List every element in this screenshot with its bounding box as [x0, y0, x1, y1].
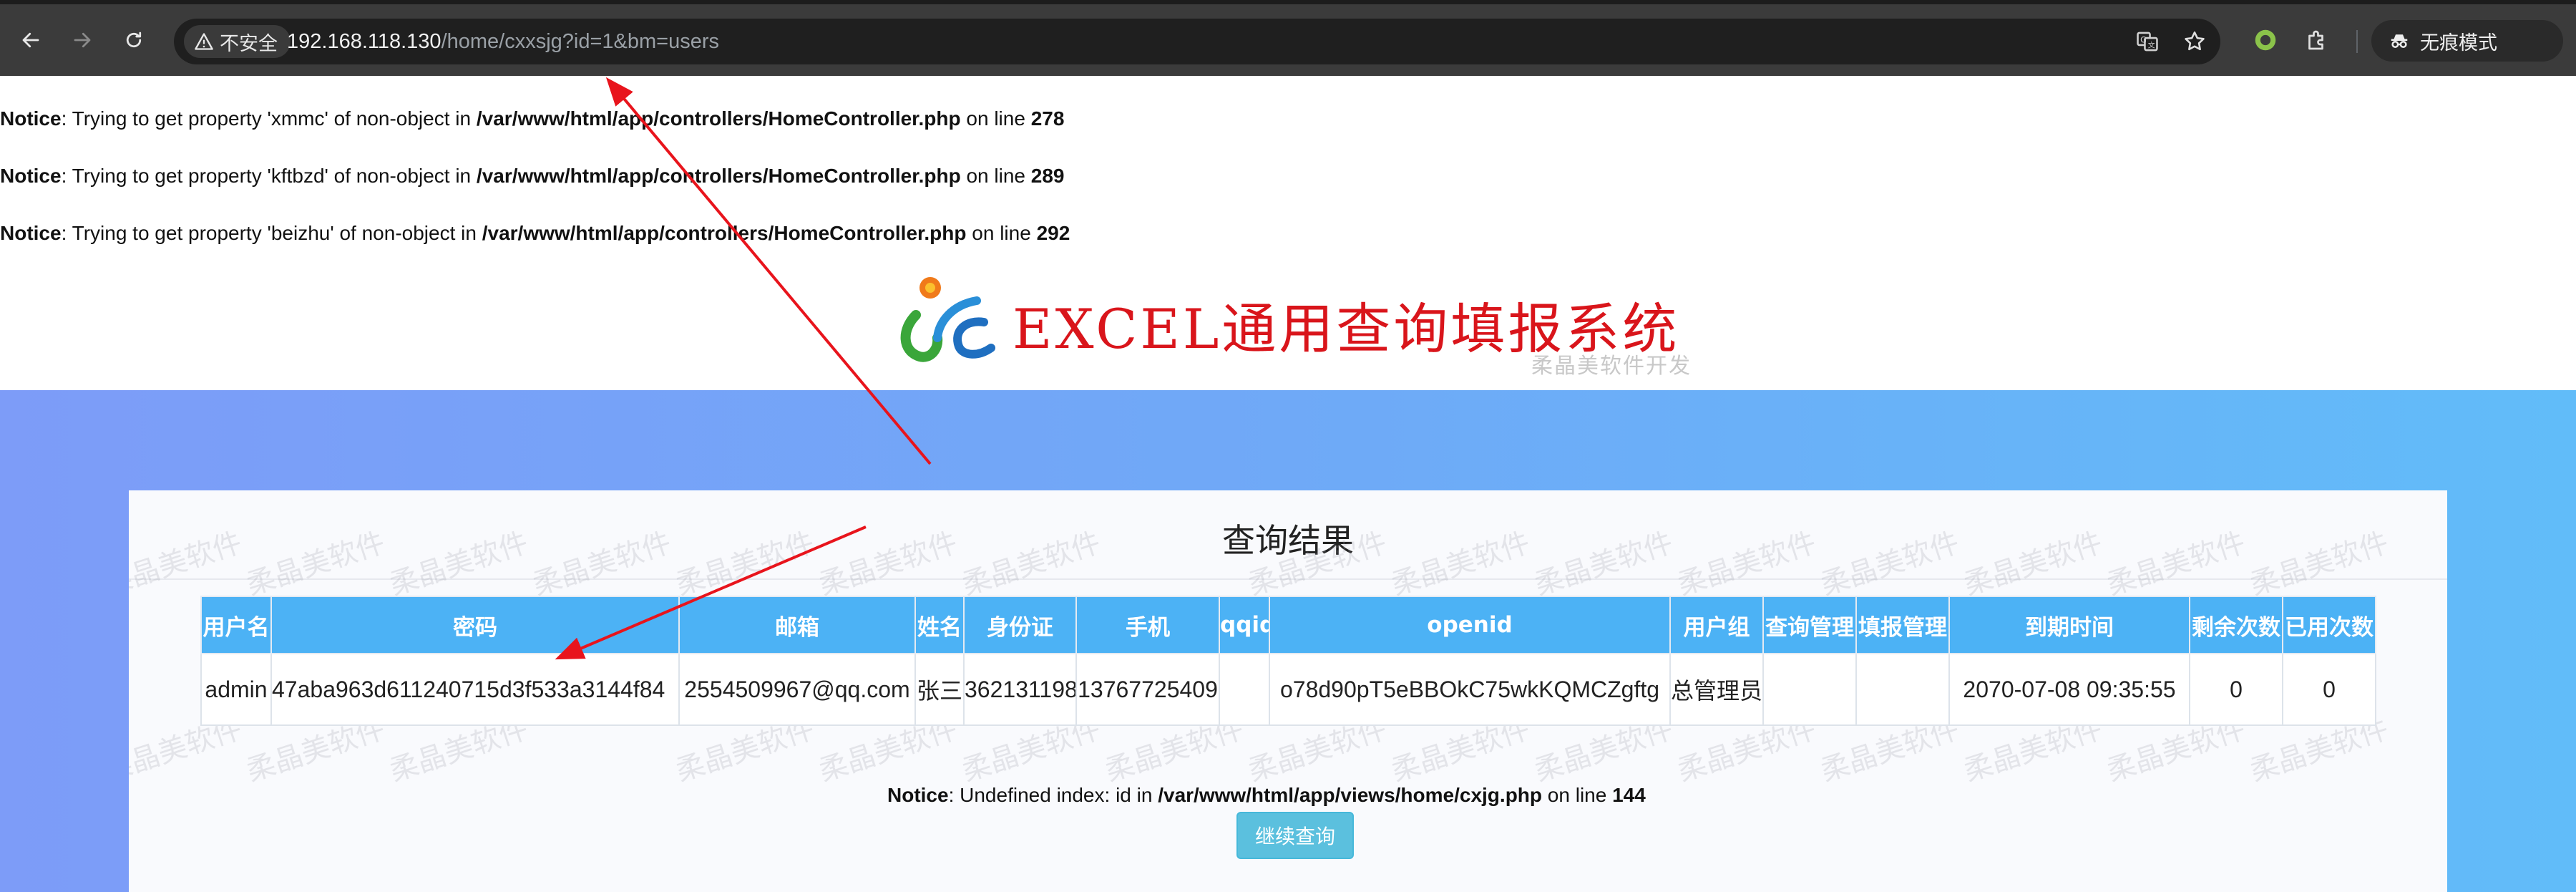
panel-title: 查询结果 [1222, 521, 1354, 560]
continue-query-button[interactable]: 继续查询 [1236, 812, 1354, 859]
table-cell: 张三 [914, 653, 965, 726]
notice-message: : Trying to get property 'beizhu' of non… [61, 222, 482, 244]
address-bar[interactable]: 不安全 192.168.118.130/home/cxxsjg?id=1&bm=… [174, 19, 2220, 64]
notice-line-number: 144 [1612, 784, 1646, 806]
reload-button[interactable] [114, 20, 154, 60]
logo-icon [900, 277, 995, 362]
url-path: /home/cxxsjg?id=1&bm=users [441, 30, 720, 53]
column-header: 用户组 [1669, 596, 1764, 654]
column-header: 邮箱 [678, 596, 916, 654]
table-cell: 总管理员 [1669, 653, 1764, 726]
incognito-label: 无痕模式 [2420, 31, 2497, 54]
table-cell [1855, 653, 1950, 726]
notice-message: : Trying to get property 'xmmc' of non-o… [61, 107, 477, 130]
browser-toolbar: 不安全 192.168.118.130/home/cxxsjg?id=1&bm=… [0, 4, 2576, 76]
table-cell: 47aba963d611240715d3f533a3144f84 [270, 653, 680, 726]
url-host: 192.168.118.130 [287, 30, 441, 53]
table-cell [1219, 653, 1270, 726]
column-header: 到期时间 [1948, 596, 2190, 654]
back-button[interactable] [11, 20, 51, 60]
table-header-row: 用户名 密码 邮箱 姓名 身份证 手机 qqid openid 用户组 查询管理… [200, 596, 2376, 654]
notice-path: /var/www/html/app/controllers/HomeContro… [482, 222, 967, 244]
table-row: admin 47aba963d611240715d3f533a3144f84 2… [200, 653, 2376, 726]
table-cell: 0 [2189, 653, 2283, 726]
column-header: 身份证 [963, 596, 1077, 654]
svg-text:文: 文 [2148, 41, 2155, 50]
translate-icon[interactable]: G文 [2135, 29, 2160, 54]
column-header: 手机 [1075, 596, 1220, 654]
notice-label: Notice [887, 784, 949, 806]
table-cell: 2070-07-08 09:35:55 [1948, 653, 2190, 726]
notice-label: Notice [0, 165, 62, 187]
column-header: 密码 [270, 596, 680, 654]
php-notice: Notice: Trying to get property 'kftbzd' … [0, 165, 1064, 188]
table-cell: admin [200, 653, 272, 726]
forward-arrow-icon [74, 32, 91, 48]
table-cell: o78d90pT5eBBOkC75wkKQMCZgftg [1269, 653, 1671, 726]
reload-icon [126, 31, 142, 48]
bookmark-star-icon[interactable] [2182, 29, 2207, 54]
column-header: 姓名 [914, 596, 965, 654]
column-header: 用户名 [200, 596, 272, 654]
notice-line-number: 278 [1030, 107, 1065, 130]
notice-line-text: on line [960, 165, 1031, 187]
notice-label: Notice [0, 222, 62, 244]
result-table: 用户名 密码 邮箱 姓名 身份证 手机 qqid openid 用户组 查询管理… [200, 596, 2376, 726]
notice-line-text: on line [1542, 784, 1613, 806]
incognito-icon [2391, 34, 2408, 48]
table-cell: 13767725409 [1075, 653, 1220, 726]
column-header: openid [1269, 596, 1671, 654]
notice-label: Notice [0, 107, 62, 130]
toolbar-separator [2356, 30, 2358, 53]
panel-header: 查询结果 [129, 490, 2447, 580]
notice-line-text: on line [960, 107, 1031, 130]
notice-message: : Trying to get property 'kftbzd' of non… [61, 165, 477, 187]
table-cell: 362131198 [963, 653, 1077, 726]
column-header: 查询管理 [1762, 596, 1857, 654]
php-notice: Notice: Undefined index: id in /var/www/… [887, 784, 1646, 807]
table-cell [1762, 653, 1857, 726]
php-notice: Notice: Trying to get property 'xmmc' of… [0, 107, 1064, 130]
url-text[interactable]: 192.168.118.130/home/cxxsjg?id=1&bm=user… [287, 19, 719, 64]
table-cell: 0 [2282, 653, 2376, 726]
notice-message: : Undefined index: id in [948, 784, 1158, 806]
warning-triangle-icon [195, 33, 213, 50]
notice-path: /var/www/html/app/controllers/HomeContro… [476, 107, 961, 130]
column-header: qqid [1219, 596, 1270, 654]
security-label: 不安全 [220, 32, 278, 55]
php-notice: Notice: Trying to get property 'beizhu' … [0, 222, 1070, 245]
back-arrow-icon [22, 32, 39, 48]
notice-line-text: on line [966, 222, 1037, 244]
security-chip[interactable]: 不安全 [184, 25, 291, 58]
column-header: 剩余次数 [2189, 596, 2283, 654]
system-subtitle: 柔晶美软件开发 [1531, 354, 1692, 379]
notice-line-number: 289 [1030, 165, 1065, 187]
notice-path: /var/www/html/app/views/home/cxjg.php [1158, 784, 1543, 806]
extensions-puzzle-icon[interactable] [2303, 26, 2331, 54]
extension-circle-icon[interactable] [2251, 26, 2280, 54]
forward-button[interactable] [62, 20, 102, 60]
notice-line-number: 292 [1036, 222, 1070, 244]
column-header: 已用次数 [2282, 596, 2376, 654]
column-header: 填报管理 [1855, 596, 1950, 654]
site-header: EXCEL通用查询填报系统 柔晶美软件开发 [887, 272, 1703, 387]
table-cell: 2554509967@qq.com [678, 653, 916, 726]
incognito-badge[interactable]: 无痕模式 [2371, 20, 2563, 62]
notice-path: /var/www/html/app/controllers/HomeContro… [476, 165, 961, 187]
svg-text:G: G [2140, 34, 2147, 44]
